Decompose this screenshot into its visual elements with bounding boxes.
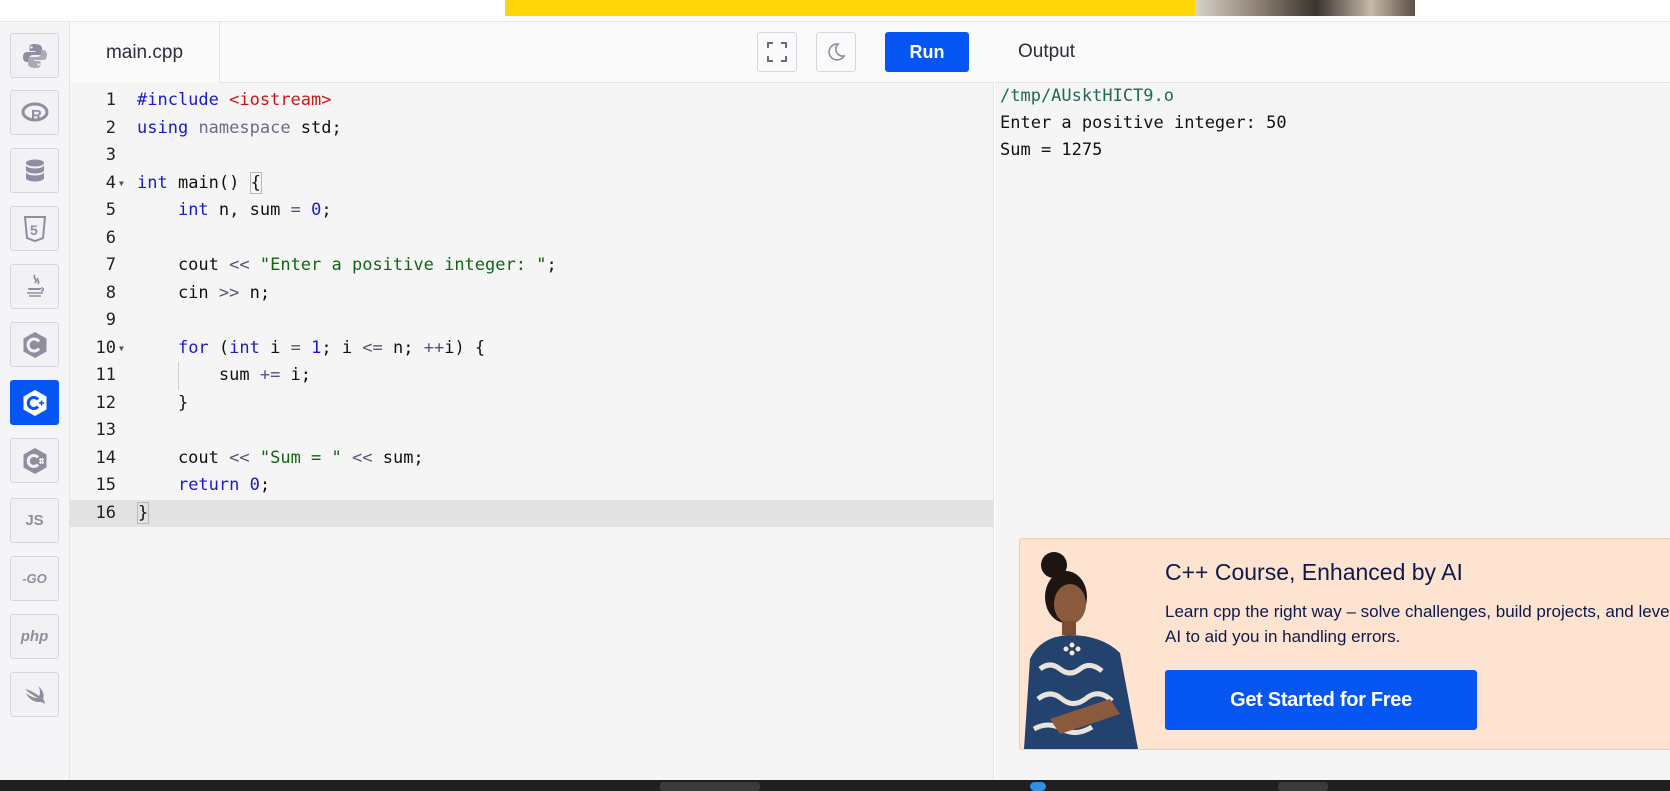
- csharp-icon: [23, 447, 46, 474]
- code-line[interactable]: 13: [70, 417, 994, 445]
- code-editor-panel: main.cpp Run 1 #include <iostream> 2 using…: [70, 22, 994, 780]
- code-line[interactable]: 15 return 0;: [70, 472, 994, 500]
- top-ad-image: [1195, 0, 1415, 16]
- js-icon: JS: [25, 512, 44, 529]
- fold-arrow-icon[interactable]: ▼: [119, 335, 124, 363]
- code-line-current[interactable]: 16}: [70, 499, 994, 527]
- code-line[interactable]: 3: [70, 142, 994, 170]
- code-line[interactable]: 1 #include <iostream>: [70, 87, 994, 115]
- output-line: Enter a positive integer: 50: [1000, 113, 1287, 133]
- file-tab[interactable]: main.cpp: [70, 22, 220, 83]
- code-line[interactable]: 14 cout << "Sum = " << sum;: [70, 445, 994, 473]
- taskbar-item[interactable]: [1278, 782, 1328, 791]
- fullscreen-button[interactable]: [757, 32, 797, 72]
- c-icon: [23, 331, 46, 358]
- language-go-button[interactable]: -GO: [10, 556, 59, 601]
- go-icon: -GO: [22, 571, 47, 586]
- code-line[interactable]: 12 }: [70, 390, 994, 418]
- fullscreen-icon: [767, 42, 787, 62]
- taskbar-item[interactable]: [660, 782, 760, 791]
- ad-description: Learn cpp the right way – solve challeng…: [1165, 602, 1670, 646]
- code-line[interactable]: 4 ▼ int main() {: [70, 170, 994, 198]
- taskbar-app-icon[interactable]: [1030, 782, 1046, 791]
- output-panel: Output /tmp/AUsktHICT9.o Enter a positiv…: [995, 22, 1670, 780]
- language-html-button[interactable]: 5: [10, 206, 59, 251]
- code-line[interactable]: 10 ▼ for (int i = 1; i <= n; ++i) {: [70, 335, 994, 363]
- cpp-icon: [23, 389, 46, 416]
- ad-title: C++ Course, Enhanced by AI: [1165, 559, 1463, 585]
- python-icon: [22, 43, 47, 68]
- language-java-button[interactable]: [10, 264, 59, 309]
- svg-text:5: 5: [30, 222, 38, 238]
- moon-icon: [828, 43, 846, 61]
- language-php-button[interactable]: php: [10, 614, 59, 659]
- database-icon: [25, 159, 44, 181]
- editor-header: main.cpp Run: [70, 22, 994, 83]
- language-c-button[interactable]: [10, 322, 59, 367]
- course-ad-card[interactable]: C++ Course, Enhanced by AI Learn cpp the…: [1019, 538, 1670, 750]
- language-sql-button[interactable]: [10, 148, 59, 193]
- code-line[interactable]: 2 using namespace std;: [70, 115, 994, 143]
- theme-toggle-button[interactable]: [816, 32, 856, 72]
- code-line[interactable]: 7 cout << "Enter a positive integer: ";: [70, 252, 994, 280]
- code-line[interactable]: 9: [70, 307, 994, 335]
- language-swift-button[interactable]: [10, 672, 59, 717]
- get-started-button[interactable]: Get Started for Free: [1165, 670, 1477, 730]
- java-icon: [26, 273, 44, 297]
- os-taskbar: [0, 780, 1670, 791]
- ad-person-image: [1024, 552, 1138, 749]
- html5-icon: 5: [23, 215, 46, 242]
- swift-icon: [24, 685, 45, 704]
- code-line[interactable]: 6: [70, 225, 994, 253]
- language-javascript-button[interactable]: JS: [10, 498, 59, 543]
- svg-text:R: R: [31, 107, 42, 124]
- code-area[interactable]: 1 #include <iostream> 2 using namespace st…: [70, 83, 994, 780]
- language-cpp-button[interactable]: [10, 380, 59, 425]
- code-line[interactable]: 5 int n, sum = 0;: [70, 197, 994, 225]
- language-csharp-button[interactable]: [10, 438, 59, 483]
- top-banner-strip: [0, 0, 1670, 22]
- run-button[interactable]: Run: [885, 32, 969, 72]
- output-line: /tmp/AUsktHICT9.o: [1000, 86, 1174, 106]
- code-line[interactable]: 11 sum += i;: [70, 362, 994, 390]
- code-line[interactable]: 8 cin >> n;: [70, 280, 994, 308]
- fold-arrow-icon[interactable]: ▼: [119, 170, 124, 198]
- output-header: Output: [995, 22, 1670, 83]
- language-sidebar: R 5 JS -GO php: [0, 22, 70, 780]
- language-python-button[interactable]: [10, 33, 59, 78]
- language-r-button[interactable]: R: [10, 90, 59, 135]
- output-line: Sum = 1275: [1000, 140, 1103, 160]
- php-icon: php: [20, 628, 49, 645]
- top-ad-banner[interactable]: [505, 0, 1415, 16]
- r-icon: R: [21, 102, 48, 124]
